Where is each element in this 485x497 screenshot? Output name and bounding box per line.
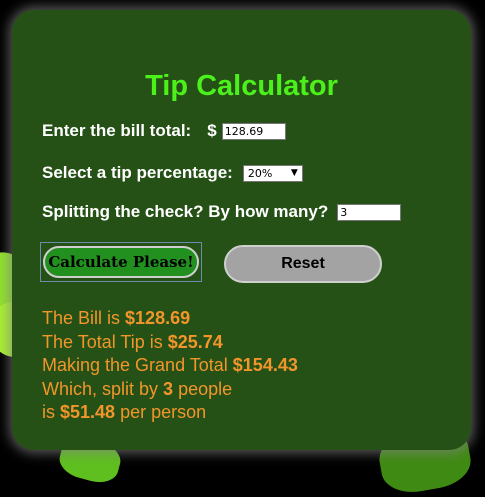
bill-row: Enter the bill total: $ bbox=[42, 121, 286, 141]
split-label: Splitting the check? By how many? bbox=[42, 202, 329, 221]
split-input[interactable] bbox=[337, 203, 402, 221]
bill-input[interactable] bbox=[221, 122, 286, 140]
calculate-button-focus-ring: Calculate Please! bbox=[40, 242, 202, 282]
tip-select-value: 20% bbox=[247, 166, 273, 180]
tip-select[interactable]: 20% ▼ bbox=[242, 164, 303, 182]
result-grand-total: Making the Grand Total $154.43 bbox=[42, 355, 298, 375]
result-split: Which, split by 3 people bbox=[42, 378, 233, 399]
currency-symbol: $ bbox=[207, 121, 217, 140]
split-row: Splitting the check? By how many? bbox=[42, 202, 402, 222]
result-per-person: is $51.48 per person bbox=[42, 402, 207, 422]
results-panel: The Bill is $128.69 The Total Tip is $25… bbox=[42, 307, 298, 425]
page-title: Tip Calculator bbox=[145, 70, 338, 102]
result-bill: The Bill is $128.69 bbox=[42, 308, 191, 328]
result-tip: The Total Tip is $25.74 bbox=[42, 331, 223, 352]
caret-down-icon: ▼ bbox=[290, 168, 298, 178]
tip-row: Select a tip percentage: 20% ▼ bbox=[42, 163, 303, 183]
tip-label: Select a tip percentage: bbox=[42, 163, 233, 182]
reset-button[interactable]: Reset bbox=[224, 245, 382, 283]
calculate-button[interactable]: Calculate Please! bbox=[43, 246, 199, 278]
calculator-card: Tip Calculator Enter the bill total: $ S… bbox=[12, 10, 471, 450]
bill-label: Enter the bill total: bbox=[42, 121, 192, 140]
